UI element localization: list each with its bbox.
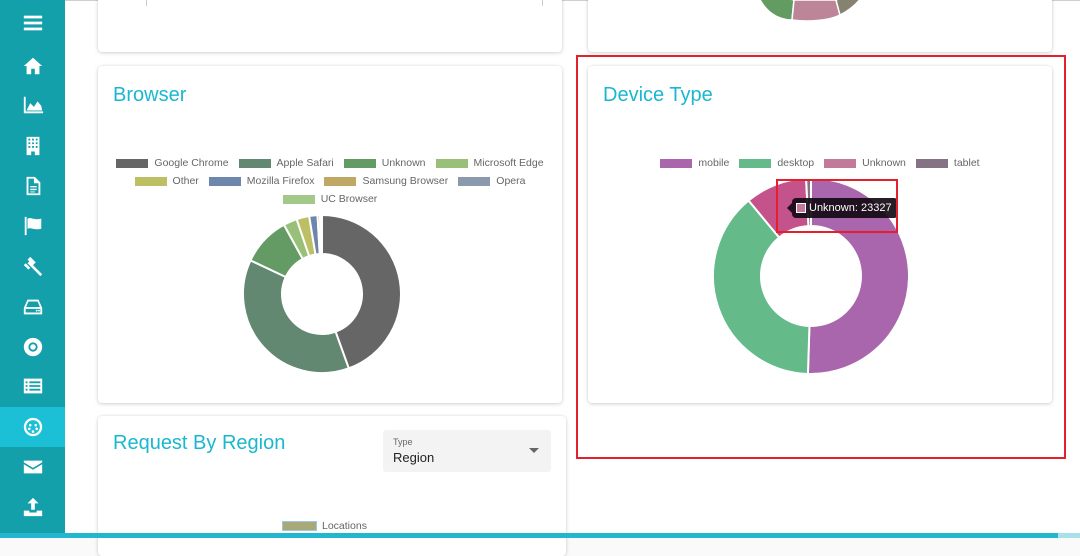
type-select-value: Region <box>393 450 435 465</box>
legend-label: Samsung Browser <box>362 175 449 187</box>
axis-tick <box>542 0 543 6</box>
chevron-down-icon <box>529 448 539 453</box>
sidebar-item-support[interactable] <box>0 328 65 366</box>
region-card-title: Request By Region <box>113 432 286 454</box>
sidebar-item-documents[interactable] <box>0 167 65 205</box>
browser-legend: Google Chrome Apple Safari Unknown Microsof… <box>98 154 562 208</box>
type-select-label: Type <box>393 437 413 447</box>
sidebar-item-reports[interactable] <box>0 207 65 245</box>
card-top-left <box>98 0 562 52</box>
axis-tick <box>146 0 147 6</box>
browser-donut-chart <box>242 213 402 374</box>
pie-slice-mozilla-firefox[interactable] <box>308 214 321 256</box>
legend-swatch <box>134 176 167 186</box>
horizontal-scrollbar[interactable] <box>0 533 1080 538</box>
flag-icon <box>24 216 41 236</box>
highlight-box-device-card <box>576 55 1066 459</box>
life-ring-icon <box>23 337 42 357</box>
type-select[interactable]: Type Region <box>383 430 551 472</box>
sidebar-item-storage[interactable] <box>0 288 65 326</box>
highlight-box-tooltip <box>776 179 898 233</box>
pie-slice-opera[interactable] <box>318 213 323 256</box>
region-legend-swatch <box>282 521 317 531</box>
sidebar-item-upload[interactable] <box>0 488 65 526</box>
envelope-icon <box>23 460 42 474</box>
legend-swatch <box>208 176 241 186</box>
browser-card: Browser Google Chrome Apple Safari Unknown… <box>98 66 562 403</box>
scrollbar-thumb[interactable] <box>1058 533 1080 538</box>
sidebar-item-list[interactable] <box>0 367 65 405</box>
legend-label: Unknown <box>381 157 426 169</box>
legend-item[interactable]: Google Chrome <box>116 154 229 172</box>
legend-item[interactable]: Apple Safari <box>238 154 334 172</box>
partial-pie-chart <box>759 0 861 22</box>
document-icon <box>26 176 40 196</box>
legend-swatch <box>458 176 491 186</box>
browser-card-title: Browser <box>113 84 187 106</box>
legend-swatch <box>238 158 271 168</box>
building-icon <box>26 136 39 156</box>
sidebar-item-menu[interactable] <box>0 4 65 42</box>
legend-label: Other <box>172 175 199 187</box>
legend-label: UC Browser <box>320 193 378 205</box>
pie-slice-unknown[interactable] <box>249 223 305 279</box>
sidebar-item-home[interactable] <box>0 47 65 85</box>
legend-label: Opera <box>496 175 526 187</box>
sidebar-item-messages[interactable] <box>0 448 65 486</box>
legend-label: Google Chrome <box>154 157 229 169</box>
legend-item[interactable]: UC Browser <box>282 190 378 208</box>
gavel-icon <box>23 256 42 277</box>
legend-item[interactable]: Mozilla Firefox <box>208 172 315 190</box>
sidebar <box>0 0 65 538</box>
pie-slice-other[interactable] <box>295 214 317 258</box>
legend-swatch <box>343 158 376 168</box>
pie-slice-samsung-browser[interactable] <box>316 214 323 256</box>
partial-pie-slice-green <box>759 0 795 21</box>
region-legend-item: Locations <box>282 520 367 532</box>
home-icon <box>23 57 42 75</box>
sidebar-item-rules[interactable] <box>0 247 65 285</box>
legend-item[interactable]: Opera <box>458 172 525 190</box>
pie-slice-uc-browser[interactable] <box>319 213 323 256</box>
legend-swatch <box>324 176 357 186</box>
legend-label: Mozilla Firefox <box>246 175 315 187</box>
pie-slice-apple-safari[interactable] <box>242 259 351 374</box>
pie-slice-google-chrome[interactable] <box>321 213 402 370</box>
partial-pie-slice-gray <box>835 0 861 17</box>
upload-icon <box>23 497 42 517</box>
pie-slice-microsoft-edge[interactable] <box>282 217 311 261</box>
partial-pie-slice-pink <box>791 0 841 22</box>
legend-swatch <box>116 158 149 168</box>
card-top-right <box>588 0 1052 52</box>
legend-swatch <box>282 194 315 204</box>
sidebar-item-building[interactable] <box>0 127 65 165</box>
list-icon <box>23 378 42 394</box>
plug-connector-icon <box>23 417 42 437</box>
legend-item[interactable]: Unknown <box>343 154 426 172</box>
hard-drive-icon <box>23 299 42 315</box>
sidebar-item-analytics[interactable] <box>0 86 65 124</box>
legend-item[interactable]: Other <box>134 172 199 190</box>
legend-label: Apple Safari <box>276 157 334 169</box>
legend-item[interactable]: Samsung Browser <box>324 172 448 190</box>
legend-swatch <box>435 158 468 168</box>
area-chart-icon <box>23 96 43 114</box>
legend-label: Microsoft Edge <box>473 157 544 169</box>
sidebar-item-connectors[interactable] <box>0 407 65 447</box>
menu-icon <box>23 15 42 31</box>
region-legend-label: Locations <box>322 520 367 532</box>
legend-item[interactable]: Microsoft Edge <box>435 154 544 172</box>
